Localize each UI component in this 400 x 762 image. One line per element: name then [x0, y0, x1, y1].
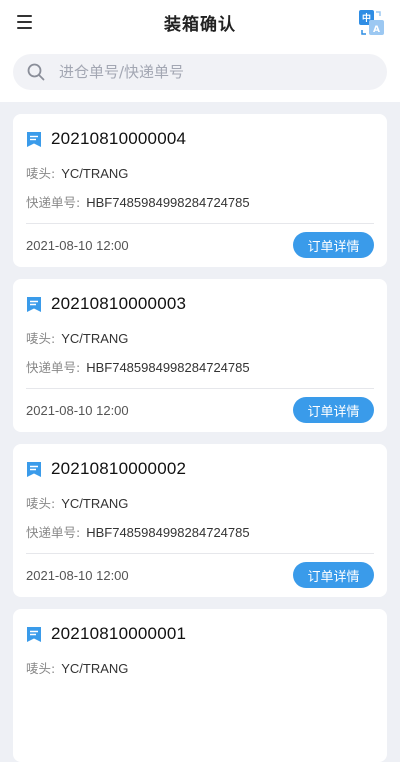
search-icon [27, 63, 45, 81]
order-header: 20210810000004 [26, 129, 186, 149]
lang-icon-zh: 中 [362, 12, 371, 24]
menu-icon[interactable] [14, 12, 36, 32]
express-value: HBF7485984998284724785 [86, 195, 250, 210]
divider [26, 223, 374, 224]
express-row: 快递单号: HBF7485984998284724785 [26, 522, 250, 541]
order-detail-button[interactable]: 订单详情 [293, 397, 374, 423]
order-number: 20210810000002 [51, 459, 187, 478]
mark-label: 唛头: [26, 496, 56, 511]
mark-row: 唛头: YC/TRANG [26, 658, 128, 677]
nav-bar: 装箱确认 中 A [0, 0, 400, 44]
mark-label: 唛头: [26, 331, 56, 346]
order-card[interactable]: 20210810000004 唛头: YC/TRANG 快递单号: HBF74859… [13, 114, 387, 267]
language-switch-icon[interactable]: 中 A [358, 9, 386, 37]
divider [26, 553, 374, 554]
order-card[interactable]: 20210810000003 唛头: YC/TRANG 快递单号: HBF74859… [13, 279, 387, 432]
order-number: 20210810000004 [51, 129, 187, 148]
divider [26, 388, 374, 389]
bookmark-icon [27, 626, 41, 642]
order-number: 20210810000003 [51, 294, 187, 313]
mark-row: 唛头: YC/TRANG [26, 328, 128, 347]
order-header: 20210810000003 [26, 294, 186, 314]
express-value: HBF7485984998284724785 [86, 525, 250, 540]
mark-value: YC/TRANG [61, 331, 129, 346]
mark-value: YC/TRANG [61, 496, 129, 511]
express-label: 快递单号: [26, 525, 81, 540]
mark-label: 唛头: [26, 166, 56, 181]
mark-value: YC/TRANG [61, 166, 129, 181]
header-area: 装箱确认 中 A [0, 0, 400, 102]
page-title: 装箱确认 [164, 14, 236, 35]
order-date: 2021-08-10 12:00 [26, 568, 129, 583]
mark-label: 唛头: [26, 661, 56, 676]
express-label: 快递单号: [26, 195, 81, 210]
express-label: 快递单号: [26, 360, 81, 375]
order-date: 2021-08-10 12:00 [26, 238, 129, 253]
order-detail-button[interactable]: 订单详情 [293, 232, 374, 258]
order-number: 20210810000001 [51, 624, 187, 643]
express-value: HBF7485984998284724785 [86, 360, 250, 375]
mark-row: 唛头: YC/TRANG [26, 163, 128, 182]
order-card[interactable]: 20210810000001 唛头: YC/TRANG [13, 609, 387, 762]
express-row: 快递单号: HBF7485984998284724785 [26, 192, 250, 211]
search-bar[interactable] [13, 54, 387, 90]
order-header: 20210810000002 [26, 459, 186, 479]
mark-value: YC/TRANG [61, 661, 129, 676]
order-date: 2021-08-10 12:00 [26, 403, 129, 418]
mark-row: 唛头: YC/TRANG [26, 493, 128, 512]
order-header: 20210810000001 [26, 624, 186, 644]
bookmark-icon [27, 461, 41, 477]
bookmark-icon [27, 296, 41, 312]
order-card[interactable]: 20210810000002 唛头: YC/TRANG 快递单号: HBF74859… [13, 444, 387, 597]
bookmark-icon [27, 131, 41, 147]
order-detail-button[interactable]: 订单详情 [293, 562, 374, 588]
express-row: 快递单号: HBF7485984998284724785 [26, 357, 250, 376]
search-input[interactable] [57, 62, 361, 82]
lang-icon-a: A [373, 25, 380, 35]
